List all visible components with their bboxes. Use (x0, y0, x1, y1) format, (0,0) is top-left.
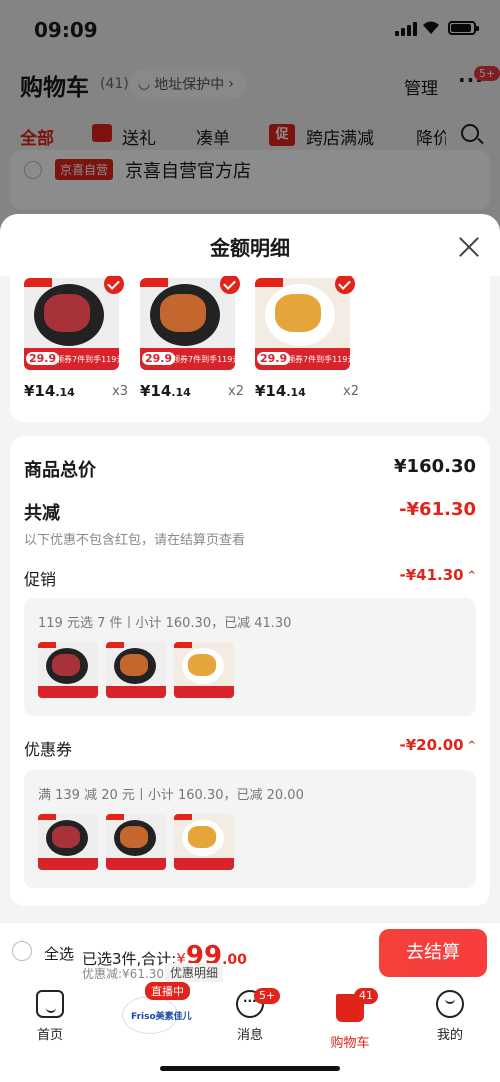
live-brand-logo: Friso美素佳儿 (131, 1012, 192, 1022)
discount-amount: 优惠减:¥61.30 (82, 967, 165, 981)
product-item[interactable]: 29.9 领券7件到手119元 ¥14.14 x3 (24, 274, 132, 400)
checkout-button[interactable]: 去结算 (379, 929, 487, 977)
promotion-product-thumb (38, 642, 98, 698)
modal-overlay[interactable] (0, 0, 500, 230)
cart-badge: 41 (354, 988, 378, 1004)
goods-total-value: ¥160.30 (394, 456, 476, 477)
total-discount-value: -¥61.30 (399, 499, 476, 520)
checked-icon (220, 274, 240, 294)
promotion-product-thumb (106, 642, 166, 698)
tab-home[interactable]: 首页 (10, 990, 90, 1043)
product-item[interactable]: 29.9 领券7件到手119元 ¥14.14 x2 (255, 274, 363, 400)
promotion-label: 促销 (24, 570, 57, 589)
coupon-label: 优惠券 (24, 740, 73, 759)
promotion-group: 119 元选 7 件丨小计 160.30，已减 41.30 (24, 598, 476, 716)
coupon-product-thumb (174, 814, 234, 870)
checked-icon (104, 274, 124, 294)
tab-me[interactable]: 我的 (410, 990, 490, 1043)
goods-total-label: 商品总价 (24, 460, 96, 481)
coupon-product-thumb (38, 814, 98, 870)
coupon-group: 满 139 减 20 元丨小计 160.30，已减 20.00 (24, 770, 476, 888)
price-breakdown-card: 商品总价 ¥160.30 共减 -¥61.30 以下优惠不包含红包，请在结算页查… (10, 436, 490, 906)
live-badge: 直播中 (145, 982, 190, 1000)
product-quantity: x2 (228, 384, 244, 399)
selected-products-card: 29.9 领券7件到手119元 ¥14.14 x3 29.9 领券7件到手119… (10, 254, 490, 422)
select-all-radio[interactable] (12, 941, 32, 961)
product-promo-text: 领券7件到手119元 (172, 355, 235, 364)
chevron-up-icon: ^ (467, 570, 476, 581)
home-indicator (160, 1066, 340, 1071)
sheet-header: 金额明细 (0, 214, 500, 276)
discount-note: 以下优惠不包含红包，请在结算页查看 (24, 533, 246, 548)
close-icon[interactable] (458, 236, 480, 258)
discount-detail-link[interactable]: 优惠明细 (165, 963, 224, 982)
product-quantity: x2 (343, 384, 359, 399)
product-item[interactable]: 29.9 领券7件到手119元 ¥14.14 x2 (140, 274, 248, 400)
product-price: ¥14.14 (24, 382, 75, 400)
coupon-detail: 满 139 减 20 元丨小计 160.30，已减 20.00 (38, 788, 304, 803)
promotion-detail: 119 元选 7 件丨小计 160.30，已减 41.30 (38, 616, 292, 631)
coupon-product-thumb (106, 814, 166, 870)
select-all-label[interactable]: 全选 (44, 943, 74, 964)
checked-icon (335, 274, 355, 294)
product-image: 29.9 领券7件到手119元 (255, 278, 350, 370)
product-price: ¥14.14 (140, 382, 191, 400)
amount-detail-sheet: 金额明细 29.9 领券7件到手119元 ¥14.14 x3 29.9 领券7件… (0, 214, 500, 922)
product-badge-price: 29.9 (26, 352, 60, 365)
user-icon (436, 990, 464, 1018)
home-icon (36, 990, 64, 1018)
checkout-bar: 全选 已选3件,合计:¥99.00 优惠减:¥61.30 优惠明细 去结算 (0, 922, 500, 984)
product-badge-price: 29.9 (257, 352, 291, 365)
promotion-product-thumb (174, 642, 234, 698)
coupon-value-toggle[interactable]: -¥20.00 ^ (400, 736, 477, 754)
tab-messages[interactable]: 消息 5+ (210, 988, 290, 1043)
product-quantity: x3 (112, 384, 128, 399)
sheet-title: 金额明细 (210, 236, 290, 260)
product-image: 29.9 领券7件到手119元 (140, 278, 235, 370)
product-image: 29.9 领券7件到手119元 (24, 278, 119, 370)
product-promo-text: 领券7件到手119元 (287, 355, 350, 364)
product-badge-price: 29.9 (142, 352, 176, 365)
total-discount-label: 共减 (24, 503, 60, 524)
promotion-value-toggle[interactable]: -¥41.30 ^ (400, 566, 477, 584)
product-price: ¥14.14 (255, 382, 306, 400)
tab-cart[interactable]: 购物车 41 (310, 988, 390, 1051)
product-promo-text: 领券7件到手119元 (56, 355, 119, 364)
messages-badge: 5+ (254, 988, 281, 1004)
live-stream-entry[interactable]: Friso美素佳儿 (122, 996, 192, 1034)
chevron-up-icon: ^ (467, 740, 476, 751)
